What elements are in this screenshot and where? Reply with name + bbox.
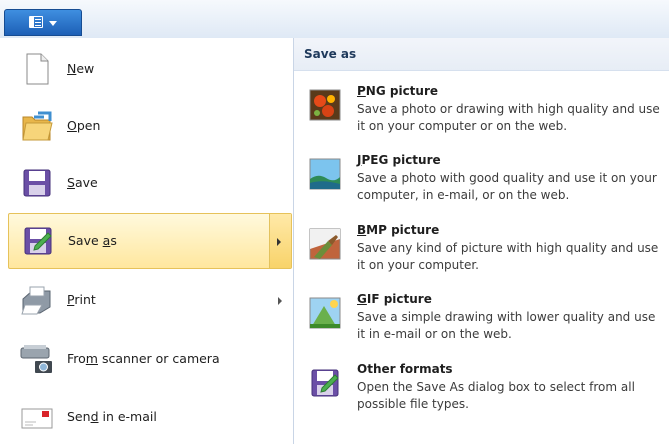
format-bmp-picture[interactable]: BMP picture Save any kind of picture wit…	[302, 219, 662, 287]
open-folder-icon	[22, 111, 53, 141]
format-gif-picture[interactable]: GIF picture Save a simple drawing with l…	[302, 288, 662, 356]
format-description: Save a photo with good quality and use i…	[357, 171, 657, 202]
format-jpeg-picture[interactable]: JPEG picture Save a photo with good qual…	[302, 149, 662, 217]
format-title: JPEG picture	[357, 153, 441, 167]
chevron-right-icon	[277, 238, 281, 246]
format-description: Save a simple drawing with lower quality…	[357, 310, 656, 341]
menu-document-icon	[29, 16, 43, 28]
menu-item-label: Send in e-mail	[67, 409, 157, 424]
save-disk-icon	[23, 169, 51, 197]
menu-item-open[interactable]: Open	[8, 99, 292, 155]
save-as-icon	[24, 227, 52, 255]
menu-item-save[interactable]: Save	[8, 156, 292, 212]
menu-item-label: Print	[67, 292, 96, 307]
submenu-header: Save as	[294, 38, 669, 71]
application-menu-commands: New Open Save Save as Print From scanner…	[0, 38, 294, 444]
application-menu-button[interactable]	[4, 9, 82, 36]
menu-item-label: From scanner or camera	[67, 351, 220, 366]
jpeg-picture-icon	[309, 158, 341, 190]
bmp-picture-icon	[309, 228, 341, 260]
chevron-down-icon	[49, 21, 57, 26]
format-description: Save any kind of picture with high quali…	[357, 241, 659, 272]
other-formats-icon	[311, 369, 339, 397]
format-title: BMP picture	[357, 223, 440, 237]
menu-item-label: New	[67, 61, 95, 76]
email-icon	[21, 408, 53, 429]
printer-icon	[21, 286, 51, 315]
menu-item-label: Save	[67, 175, 98, 190]
format-description: Save a photo or drawing with high qualit…	[357, 102, 660, 133]
menu-item-from-scanner-or-camera[interactable]: From scanner or camera	[8, 332, 292, 388]
menu-item-send-in-email[interactable]: Send in e-mail	[8, 390, 292, 446]
png-picture-icon	[309, 89, 341, 121]
scanner-camera-icon	[20, 345, 52, 373]
split-divider	[269, 214, 270, 268]
chevron-right-icon	[278, 297, 282, 305]
menu-item-print[interactable]: Print	[8, 273, 292, 329]
menu-item-new[interactable]: New	[8, 42, 292, 98]
menu-item-save-as[interactable]: Save as	[8, 213, 292, 269]
ribbon-top-bar	[0, 0, 669, 39]
format-png-picture[interactable]: PNG picture Save a photo or drawing with…	[302, 80, 662, 148]
format-other-formats[interactable]: Other formats Open the Save As dialog bo…	[302, 358, 662, 426]
new-document-icon	[26, 53, 49, 85]
submenu-title: Save as	[304, 47, 357, 61]
menu-item-label: Open	[67, 118, 101, 133]
format-description: Open the Save As dialog box to select fr…	[357, 380, 635, 411]
format-title: PNG picture	[357, 84, 439, 98]
gif-picture-icon	[309, 297, 341, 329]
format-title: GIF picture	[357, 292, 432, 306]
save-as-submenu-panel: Save as PNG picture Save a photo or draw…	[294, 38, 669, 444]
menu-item-label: Save as	[68, 233, 117, 248]
format-title: Other formats	[357, 362, 453, 376]
